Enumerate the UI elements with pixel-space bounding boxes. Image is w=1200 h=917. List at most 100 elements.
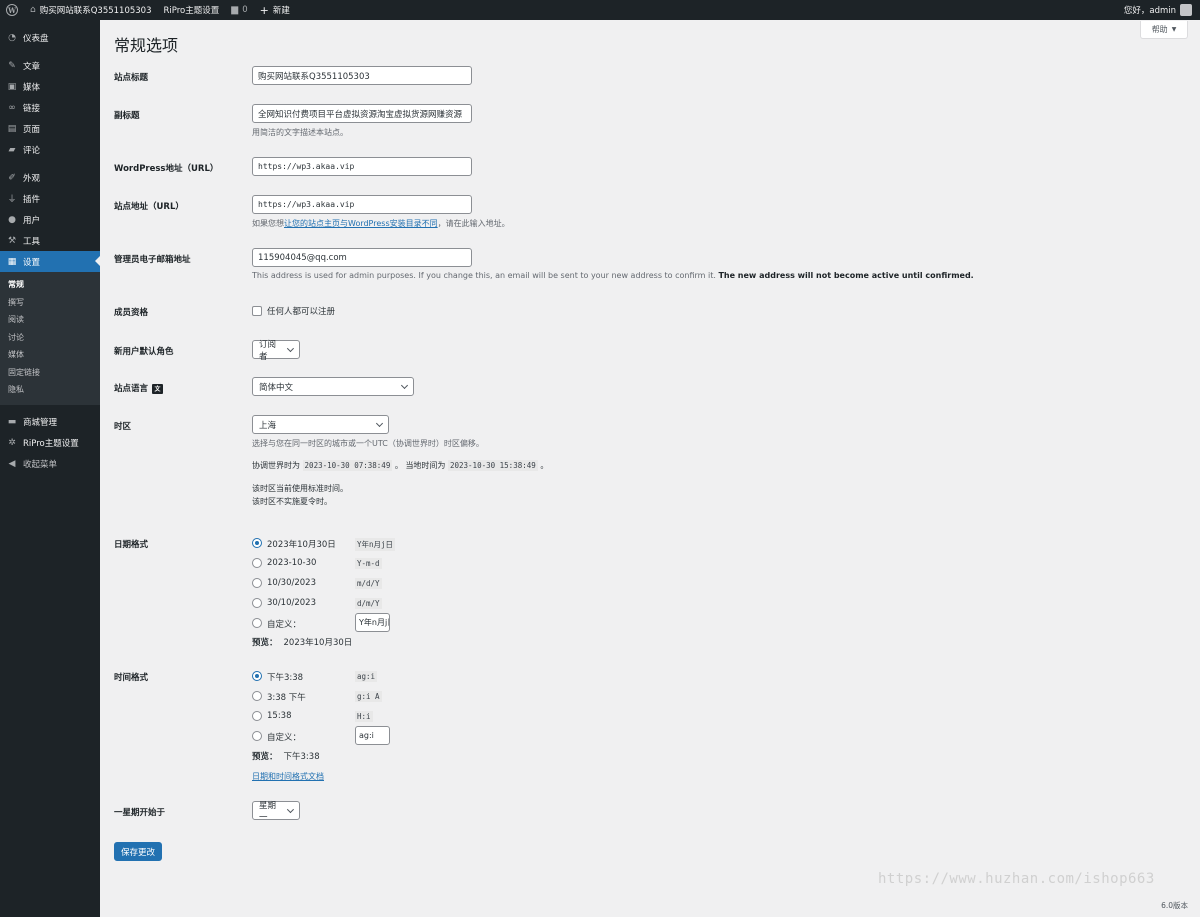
date-format-radio-1[interactable] bbox=[252, 538, 262, 548]
sidebar-item-posts[interactable]: ✎ 文章 bbox=[0, 55, 100, 76]
date-format-radio-2[interactable] bbox=[252, 558, 262, 568]
time-format-code: H:i bbox=[355, 711, 373, 722]
sidebar-item-plugins[interactable]: ⏚ 插件 bbox=[0, 188, 100, 209]
time-format-radio-1[interactable] bbox=[252, 671, 262, 681]
sidebar-item-dashboard[interactable]: ◔ 仪表盘 bbox=[0, 27, 100, 48]
submenu-item-media[interactable]: 媒体 bbox=[0, 346, 100, 364]
site-language-label: 站点语言文 bbox=[114, 382, 164, 394]
tagline-description: 用简洁的文字描述本站点。 bbox=[252, 128, 348, 137]
date-format-radio-4[interactable] bbox=[252, 598, 262, 608]
week-start-select[interactable]: 星期一 bbox=[252, 801, 300, 823]
time-format-preview: 预览： 下午3:38 bbox=[252, 752, 320, 762]
sidebar-item-pages[interactable]: ▤ 页面 bbox=[0, 118, 100, 139]
save-changes-button[interactable]: 保存更改 bbox=[114, 842, 163, 861]
sidebar-item-shop[interactable]: ▬ 商城管理 bbox=[0, 412, 100, 433]
anyone-can-register-checkbox[interactable] bbox=[252, 306, 262, 316]
time-format-option-label: 15:38 bbox=[267, 711, 292, 721]
site-title-input[interactable]: 购买网站联系Q3551105303 bbox=[252, 66, 472, 85]
version-footer: 6.0版本 bbox=[1161, 901, 1188, 910]
comments-menu[interactable]: ▆ 0 bbox=[225, 0, 253, 20]
time-format-option-label: 下午3:38 bbox=[267, 673, 304, 683]
default-role-select[interactable]: 订阅者 bbox=[252, 340, 300, 362]
time-format-option-label: 3:38 下午 bbox=[267, 693, 306, 703]
timezone-dst-note: 该时区不实施夏令时。 bbox=[252, 497, 332, 506]
submenu-item-general[interactable]: 常规 bbox=[0, 276, 100, 294]
date-format-code: m/d/Y bbox=[355, 578, 382, 589]
help-tab[interactable]: 帮助 ▼ bbox=[1140, 21, 1188, 39]
date-format-radio-3[interactable] bbox=[252, 578, 262, 588]
date-format-code: Y-m-d bbox=[355, 558, 382, 569]
time-format-radio-3[interactable] bbox=[252, 711, 262, 721]
gear-icon: ✲ bbox=[8, 438, 16, 448]
wordpress-url-label: WordPress地址（URL） bbox=[114, 164, 219, 174]
site-url-input[interactable]: https://wp3.akaa.vip bbox=[252, 195, 472, 214]
user-icon: ● bbox=[8, 214, 16, 225]
site-title-label: 站点标题 bbox=[114, 73, 149, 83]
collapse-icon: ◀ bbox=[8, 459, 16, 469]
submenu-item-discussion[interactable]: 讨论 bbox=[0, 329, 100, 347]
timezone-description: 选择与您在同一时区的城市或一个UTC（协调世界时）时区偏移。 bbox=[252, 439, 484, 448]
sidebar-item-collapse[interactable]: ◀ 收起菜单 bbox=[0, 454, 100, 475]
chevron-down-icon bbox=[287, 344, 295, 352]
timezone-times: 协调世界时为 2023-10-30 07:38:49 。 当地时间为 2023-… bbox=[252, 460, 549, 471]
comment-icon: ▰ bbox=[8, 144, 16, 155]
brush-icon: ✐ bbox=[8, 172, 16, 183]
site-language-select[interactable]: 简体中文 bbox=[252, 377, 414, 396]
date-format-preview: 预览： 2023年10月30日 bbox=[252, 638, 353, 648]
site-name-menu[interactable]: ⌂ 购买网站联系Q3551105303 bbox=[24, 0, 158, 20]
anyone-can-register-label: 任何人都可以注册 bbox=[267, 307, 336, 317]
sidebar-item-tools[interactable]: ⚒ 工具 bbox=[0, 230, 100, 251]
admin-bar: W ⌂ 购买网站联系Q3551105303 RiPro主题设置 ▆ 0 + 新建 您好… bbox=[0, 0, 1200, 20]
admin-email-label: 管理员电子邮箱地址 bbox=[114, 255, 191, 265]
time-format-custom-label: 自定义： bbox=[267, 733, 302, 743]
date-time-docs-link[interactable]: 日期和时间格式文档 bbox=[252, 771, 324, 782]
sidebar-item-ripro[interactable]: ✲ RiPro主题设置 bbox=[0, 433, 100, 454]
translate-icon: 文 bbox=[152, 383, 164, 394]
time-format-radio-2[interactable] bbox=[252, 691, 262, 701]
sidebar-item-comments[interactable]: ▰ 评论 bbox=[0, 139, 100, 160]
new-content-menu[interactable]: + 新建 bbox=[254, 0, 296, 20]
submenu-item-permalinks[interactable]: 固定链接 bbox=[0, 364, 100, 382]
theme-settings-menu[interactable]: RiPro主题设置 bbox=[158, 0, 226, 20]
date-format-option-label: 30/10/2023 bbox=[267, 598, 316, 608]
submenu-item-reading[interactable]: 阅读 bbox=[0, 311, 100, 329]
home-icon: ⌂ bbox=[30, 5, 36, 15]
time-format-radio-custom[interactable] bbox=[252, 731, 262, 741]
sidebar-item-media[interactable]: ▣ 媒体 bbox=[0, 76, 100, 97]
sidebar-item-settings[interactable]: ▦ 设置 bbox=[0, 251, 100, 272]
link-icon: ∞ bbox=[8, 102, 16, 113]
date-format-radio-custom[interactable] bbox=[252, 618, 262, 628]
week-start-label: 一星期开始于 bbox=[114, 808, 166, 818]
time-format-custom-input[interactable]: ag:i bbox=[355, 726, 390, 745]
avatar bbox=[1180, 4, 1192, 16]
date-format-label: 日期格式 bbox=[114, 540, 149, 550]
membership-label: 成员资格 bbox=[114, 308, 149, 318]
sidebar-item-links[interactable]: ∞ 链接 bbox=[0, 97, 100, 118]
submenu-item-privacy[interactable]: 隐私 bbox=[0, 381, 100, 399]
time-format-label: 时间格式 bbox=[114, 673, 149, 683]
date-format-code: Y年n月j日 bbox=[355, 538, 396, 551]
page-title: 常规选项 bbox=[114, 36, 179, 55]
site-url-description: 如果您想让您的站点主页与WordPress安装目录不同，请在此输入地址。 bbox=[252, 219, 510, 228]
sidebar-item-users[interactable]: ● 用户 bbox=[0, 209, 100, 230]
tagline-input[interactable]: 全网知识付费项目平台虚拟资源淘宝虚拟货源网赚资源 bbox=[252, 104, 472, 123]
wordpress-url-input[interactable]: https://wp3.akaa.vip bbox=[252, 157, 472, 176]
chevron-down-icon bbox=[400, 381, 409, 389]
admin-sidebar: ◔ 仪表盘 ✎ 文章 ▣ 媒体 ∞ 链接 ▤ 页面 ▰ 评论 ✐ 外观 ⏚ 插件 ● 用户 ⚒ 工具… bbox=[0, 20, 100, 917]
date-format-code: d/m/Y bbox=[355, 598, 382, 609]
timezone-select[interactable]: 上海 bbox=[252, 415, 389, 434]
account-menu[interactable]: 您好，admin bbox=[1124, 4, 1200, 16]
media-icon: ▣ bbox=[7, 81, 17, 92]
pin-icon: ✎ bbox=[8, 60, 16, 71]
site-url-help-link[interactable]: 让您的站点主页与WordPress安装目录不同 bbox=[284, 219, 438, 228]
wp-logo-menu[interactable]: W bbox=[0, 0, 24, 20]
date-format-custom-input[interactable]: Y年n月j日 bbox=[355, 613, 390, 632]
admin-email-input[interactable]: 115904045@qq.com bbox=[252, 248, 472, 267]
watermark: https://www.huzhan.com/ishop663 bbox=[878, 871, 1155, 887]
submenu-item-writing[interactable]: 撰写 bbox=[0, 294, 100, 312]
sidebar-item-appearance[interactable]: ✐ 外观 bbox=[0, 167, 100, 188]
date-format-option-label: 2023-10-30 bbox=[267, 558, 317, 568]
chevron-down-icon bbox=[375, 419, 384, 427]
default-role-label: 新用户默认角色 bbox=[114, 347, 174, 357]
main-content: 帮助 ▼ 常规选项 站点标题 购买网站联系Q3551105303 副标题 全网知识… bbox=[100, 20, 1200, 917]
